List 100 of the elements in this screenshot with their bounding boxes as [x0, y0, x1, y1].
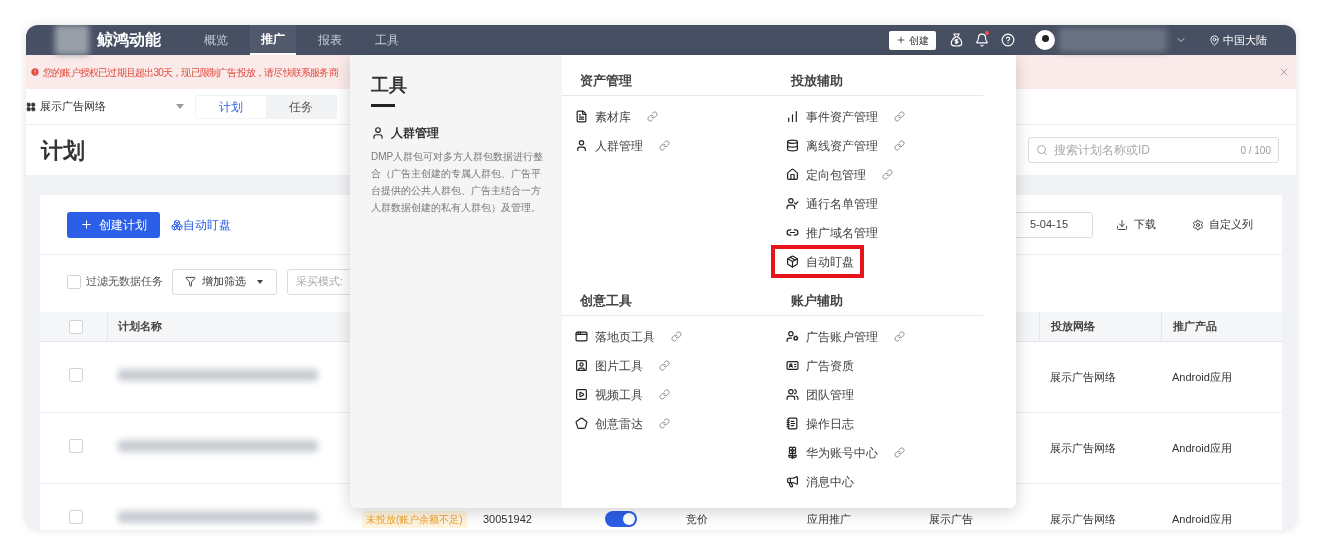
create-button[interactable]: 创建: [889, 30, 936, 50]
checkbox[interactable]: [69, 438, 83, 453]
download-button[interactable]: 下载: [1134, 216, 1156, 233]
add-filter-button[interactable]: 增加筛选: [172, 268, 277, 295]
menu-item[interactable]: 团队管理: [773, 380, 862, 409]
link-icon[interactable]: [659, 140, 670, 151]
region-selector[interactable]: 中国大陆: [1223, 31, 1267, 49]
menu-item[interactable]: 广告资质: [773, 351, 862, 380]
alert-icon: [30, 67, 40, 77]
portrait-icon: [575, 359, 588, 372]
filter-icon: [185, 276, 196, 287]
nav-item[interactable]: 工具: [364, 25, 410, 55]
megaphone-icon: [786, 475, 799, 488]
section-heading: 创意工具: [580, 292, 633, 310]
menu-item[interactable]: 人群管理: [562, 131, 651, 160]
location-pin-icon: [1209, 34, 1220, 46]
menu-item[interactable]: 通行名单管理: [773, 189, 886, 218]
link-icon[interactable]: [894, 447, 905, 458]
bell-icon[interactable]: [975, 33, 989, 47]
link-icon[interactable]: [659, 389, 670, 400]
menu-item[interactable]: 华为账号中心: [773, 438, 886, 467]
menu-item[interactable]: 推广域名管理: [773, 218, 886, 247]
boxes-icon[interactable]: [171, 218, 183, 231]
column-header: 推广产品: [1161, 312, 1271, 341]
char-counter: 0 / 100: [1240, 143, 1271, 158]
section-heading: 投放辅助: [791, 72, 843, 90]
menu-item[interactable]: 广告账户管理: [773, 322, 886, 351]
checkbox[interactable]: [69, 509, 83, 524]
auto-watch-link[interactable]: 自动盯盘: [183, 215, 231, 234]
menu-item[interactable]: 素材库: [562, 102, 639, 131]
menu-item[interactable]: 离线资产管理: [773, 131, 886, 160]
menu-item[interactable]: 落地页工具: [562, 322, 663, 351]
product-cell: Android应用: [1172, 441, 1232, 454]
caret-icon: [176, 104, 184, 109]
team-icon: [786, 388, 799, 401]
link-icon[interactable]: [894, 140, 905, 151]
ad-type: 展示广告: [929, 512, 973, 525]
alert-message: 您的账户授权已过期且超出30天，现已限制广告投放，请尽快联系服务商: [43, 65, 338, 80]
bid-type: 竞价: [686, 512, 708, 525]
blurred-logo: [55, 25, 89, 55]
download-icon[interactable]: [1116, 218, 1128, 231]
search-icon: [1036, 144, 1048, 156]
network-select[interactable]: 展示广告网络: [26, 98, 184, 115]
checkbox[interactable]: [69, 367, 83, 382]
settings-icon[interactable]: [1192, 218, 1204, 231]
column-header: 投放网络: [1039, 312, 1161, 341]
link-icon[interactable]: [894, 111, 905, 122]
house-icon: [786, 168, 799, 181]
person-icon: [371, 126, 385, 140]
checkbox[interactable]: [67, 274, 81, 289]
window-icon: [575, 330, 588, 343]
notebook-icon: [786, 417, 799, 430]
view-tab[interactable]: 计划: [196, 95, 266, 118]
close-icon[interactable]: [1278, 66, 1290, 78]
database-icon: [786, 139, 799, 152]
menu-item[interactable]: 创意雷达: [562, 409, 651, 438]
menu-item[interactable]: 定向包管理: [773, 160, 874, 189]
network-cell: 展示广告网络: [1050, 512, 1116, 525]
menu-item[interactable]: 消息中心: [773, 467, 862, 496]
money-bag-icon[interactable]: [950, 33, 963, 47]
network-cell: 展示广告网络: [1050, 370, 1116, 383]
video-icon: [575, 388, 588, 401]
nav-item[interactable]: 概览: [193, 25, 239, 55]
link-icon[interactable]: [659, 418, 670, 429]
link-icon: [786, 226, 799, 239]
title-bar: [371, 104, 395, 107]
menu-item[interactable]: 图片工具: [562, 351, 651, 380]
menu-item[interactable]: 自动盯盘: [773, 247, 862, 276]
help-icon[interactable]: [1001, 33, 1015, 47]
menu-item[interactable]: 视频工具: [562, 380, 651, 409]
plus-icon: [896, 35, 906, 45]
menu-title: 工具: [371, 74, 408, 96]
link-icon[interactable]: [659, 360, 670, 371]
network-cell: 展示广告网络: [1050, 441, 1116, 454]
link-icon[interactable]: [882, 169, 893, 180]
avatar[interactable]: [1035, 30, 1055, 50]
brand-name: 鲸鸿动能: [97, 30, 162, 50]
link-icon[interactable]: [894, 331, 905, 342]
product-cell: Android应用: [1172, 370, 1232, 383]
custom-columns-button[interactable]: 自定义列: [1209, 216, 1253, 233]
view-tab[interactable]: 任务: [266, 95, 336, 118]
nav-item[interactable]: 推广: [250, 25, 296, 55]
nav-item[interactable]: 报表: [307, 25, 353, 55]
menu-item[interactable]: 事件资产管理: [773, 102, 886, 131]
feature-title: 人群管理: [391, 125, 439, 142]
toggle-switch[interactable]: [605, 511, 637, 527]
menu-item[interactable]: 操作日志: [773, 409, 862, 438]
link-icon[interactable]: [647, 111, 658, 122]
person-gear-icon: [786, 330, 799, 343]
create-plan-button[interactable]: 创建计划: [67, 211, 160, 238]
flower-icon: [786, 446, 799, 459]
checkbox[interactable]: [69, 319, 83, 334]
product-cell: Android应用: [1172, 512, 1232, 525]
promotion-type: 应用推广: [807, 512, 851, 525]
document-icon: [575, 110, 588, 123]
section-heading: 资产管理: [580, 72, 633, 90]
pentagon-icon: [575, 417, 588, 430]
person-check-icon: [786, 197, 799, 210]
plus-icon: [80, 218, 93, 231]
link-icon[interactable]: [671, 331, 682, 342]
